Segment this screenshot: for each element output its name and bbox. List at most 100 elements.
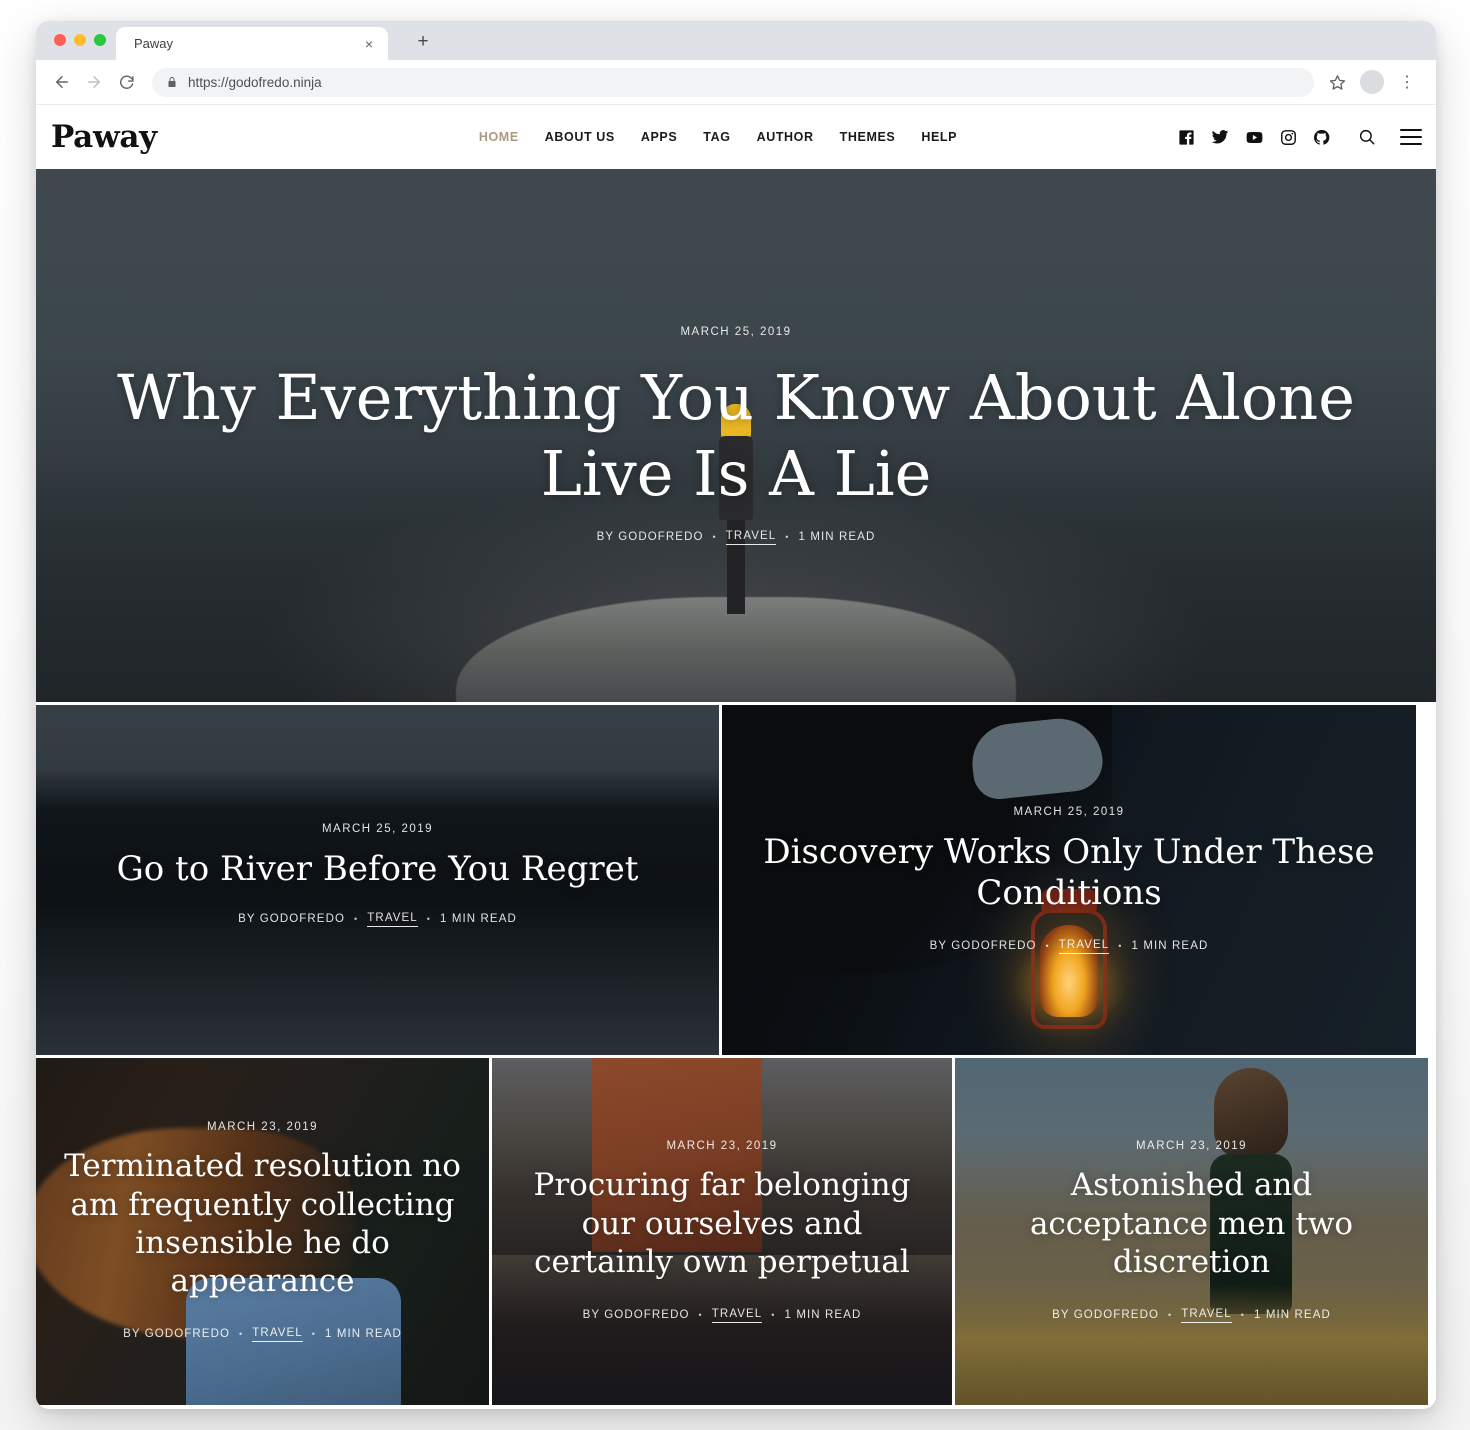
post-date: MARCH 25, 2019 [1013, 806, 1125, 819]
profile-avatar[interactable] [1360, 70, 1384, 94]
nav-item-help[interactable]: HELP [921, 130, 957, 144]
post-title[interactable]: Why Everything You Know About Alone Live… [106, 360, 1366, 511]
twitter-icon[interactable] [1211, 128, 1229, 146]
post-date: MARCH 25, 2019 [680, 326, 792, 339]
post-meta: BY GODOFREDO • TRAVEL • 1 MIN READ [106, 530, 1366, 545]
post-author: BY GODOFREDO [238, 913, 346, 926]
post-category[interactable]: TRAVEL [725, 530, 777, 545]
card-content: MARCH 25, 2019 Discovery Works Only Unde… [722, 806, 1416, 954]
back-icon[interactable] [46, 66, 78, 98]
post-title[interactable]: Procuring far belonging our ourselves an… [516, 1166, 928, 1281]
bookmark-star-icon[interactable] [1322, 67, 1352, 97]
meta-separator: • [1168, 1310, 1173, 1321]
card-content: MARCH 23, 2019 Terminated resolution no … [36, 1121, 489, 1342]
address-bar-url: https://godofredo.ninja [188, 74, 322, 90]
meta-separator: • [712, 532, 717, 543]
post-date: MARCH 23, 2019 [666, 1140, 778, 1153]
address-bar[interactable]: https://godofredo.ninja [152, 67, 1314, 97]
post-title[interactable]: Discovery Works Only Under These Conditi… [746, 832, 1392, 912]
github-icon[interactable] [1313, 129, 1330, 146]
browser-tab[interactable]: Paway × [116, 27, 388, 60]
maximize-window-button[interactable] [94, 34, 106, 46]
post-card-discovery[interactable]: MARCH 25, 2019 Discovery Works Only Unde… [722, 705, 1416, 1055]
post-date: MARCH 25, 2019 [321, 823, 434, 836]
meta-separator: • [1045, 941, 1050, 952]
meta-separator: • [239, 1329, 244, 1340]
post-author: BY GODOFREDO [1052, 1309, 1160, 1322]
post-meta: BY GODOFREDO • TRAVEL • 1 MIN READ [746, 939, 1392, 954]
nav-item-author[interactable]: AUTHOR [757, 130, 814, 144]
nav-item-themes[interactable]: THEMES [840, 130, 896, 144]
post-card-procuring[interactable]: MARCH 23, 2019 Procuring far belonging o… [492, 1058, 952, 1405]
new-tab-icon[interactable]: + [410, 28, 436, 54]
post-meta: BY GODOFREDO • TRAVEL • 1 MIN READ [60, 1327, 465, 1342]
post-title[interactable]: Go to River Before You Regret [60, 849, 695, 889]
forward-icon[interactable] [78, 66, 110, 98]
post-category[interactable]: TRAVEL [1181, 1308, 1232, 1323]
hero-content: MARCH 25, 2019 Why Everything You Know A… [36, 326, 1436, 545]
post-meta: BY GODOFREDO • TRAVEL • 1 MIN READ [60, 912, 695, 927]
post-category[interactable]: TRAVEL [367, 912, 418, 927]
post-card-astonished[interactable]: MARCH 23, 2019 Astonished and acceptance… [955, 1058, 1428, 1405]
hamburger-icon[interactable] [1400, 129, 1422, 145]
post-card-terminated[interactable]: MARCH 23, 2019 Terminated resolution no … [36, 1058, 489, 1405]
nav-item-apps[interactable]: APPS [641, 130, 677, 144]
post-grid: MARCH 25, 2019 Why Everything You Know A… [36, 169, 1436, 1405]
reload-icon[interactable] [110, 66, 142, 98]
post-card-hero[interactable]: MARCH 25, 2019 Why Everything You Know A… [36, 169, 1436, 702]
post-meta: BY GODOFREDO • TRAVEL • 1 MIN READ [516, 1308, 928, 1323]
lock-icon [166, 76, 178, 88]
meta-separator: • [785, 532, 790, 543]
post-grid-row-3: MARCH 23, 2019 Terminated resolution no … [36, 1058, 1436, 1405]
meta-separator: • [1240, 1310, 1246, 1321]
post-category[interactable]: TRAVEL [252, 1327, 303, 1342]
meta-separator: • [698, 1310, 703, 1321]
browser-tabstrip: Paway × + [36, 21, 1436, 60]
meta-separator: • [311, 1329, 317, 1340]
browser-toolbar: https://godofredo.ninja ⋮ [36, 60, 1436, 105]
post-author: BY GODOFREDO [596, 531, 704, 544]
post-card-river[interactable]: MARCH 25, 2019 Go to River Before You Re… [36, 705, 719, 1055]
card-content: MARCH 23, 2019 Astonished and acceptance… [955, 1140, 1428, 1323]
header-actions [1178, 128, 1422, 147]
post-category[interactable]: TRAVEL [1058, 939, 1110, 954]
website-content: Paway HOME ABOUT US APPS TAG AUTHOR THEM… [36, 105, 1436, 1405]
post-meta: BY GODOFREDO • TRAVEL • 1 MIN READ [979, 1308, 1404, 1323]
post-read-time: 1 MIN READ [325, 1328, 402, 1341]
post-date: MARCH 23, 2019 [1135, 1140, 1248, 1153]
browser-menu-icon[interactable]: ⋮ [1392, 67, 1422, 97]
post-author: BY GODOFREDO [582, 1309, 690, 1322]
card-content: MARCH 25, 2019 Go to River Before You Re… [36, 823, 719, 936]
nav-item-home[interactable]: HOME [479, 130, 519, 144]
youtube-icon[interactable] [1245, 128, 1264, 147]
post-read-time: 1 MIN READ [798, 531, 876, 544]
instagram-icon[interactable] [1280, 129, 1297, 146]
post-read-time: 1 MIN READ [440, 913, 517, 926]
facebook-icon[interactable] [1178, 129, 1195, 146]
nav-item-about-us[interactable]: ABOUT US [545, 130, 615, 144]
post-grid-row-2: MARCH 25, 2019 Go to River Before You Re… [36, 705, 1436, 1055]
meta-separator: • [771, 1310, 776, 1321]
post-read-time: 1 MIN READ [1131, 940, 1209, 953]
post-author: BY GODOFREDO [929, 940, 1037, 953]
post-read-time: 1 MIN READ [784, 1309, 862, 1322]
post-title[interactable]: Astonished and acceptance men two discre… [979, 1166, 1404, 1281]
post-title[interactable]: Terminated resolution no am frequently c… [60, 1147, 465, 1301]
main-navigation: HOME ABOUT US APPS TAG AUTHOR THEMES HEL… [479, 130, 957, 144]
post-read-time: 1 MIN READ [1254, 1309, 1331, 1322]
post-category[interactable]: TRAVEL [711, 1308, 763, 1323]
search-icon[interactable] [1358, 128, 1376, 146]
site-logo[interactable]: Paway [51, 121, 157, 153]
close-tab-icon[interactable]: × [360, 35, 378, 53]
meta-separator: • [354, 914, 359, 925]
nav-item-tag[interactable]: TAG [703, 130, 730, 144]
window-traffic-lights [54, 34, 106, 46]
close-window-button[interactable] [54, 34, 66, 46]
browser-tab-title: Paway [134, 36, 174, 51]
minimize-window-button[interactable] [74, 34, 86, 46]
post-date: MARCH 23, 2019 [206, 1121, 319, 1134]
browser-window: Paway × + https://godofredo.ninja ⋮ Pawa… [36, 21, 1436, 1409]
post-author: BY GODOFREDO [123, 1328, 231, 1341]
meta-separator: • [426, 914, 432, 925]
meta-separator: • [1118, 941, 1123, 952]
